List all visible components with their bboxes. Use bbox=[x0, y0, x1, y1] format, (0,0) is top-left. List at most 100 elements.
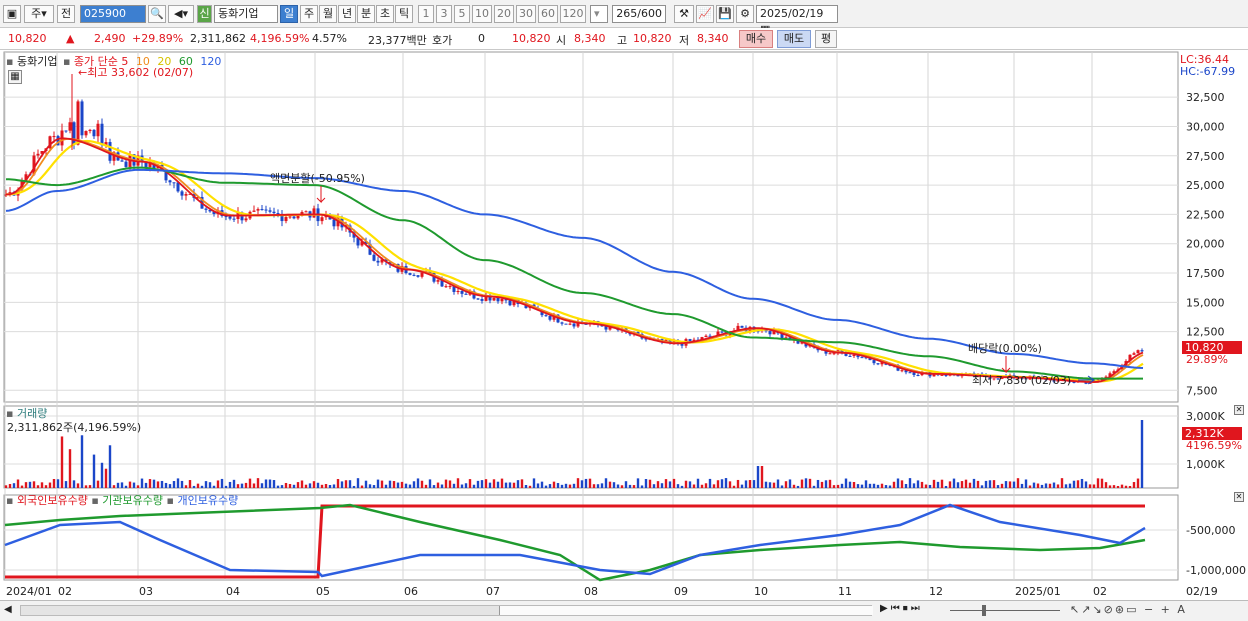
period-day-button[interactable]: 일 bbox=[280, 5, 298, 23]
zoom-slider[interactable] bbox=[950, 610, 1060, 611]
hoga-value: 0 bbox=[478, 32, 485, 45]
institution-holding-legend[interactable]: 기관보유수량 bbox=[102, 494, 163, 507]
prev-button[interactable]: 전 bbox=[57, 5, 75, 23]
interval-1-button[interactable]: 1 bbox=[418, 5, 434, 23]
period-month-button[interactable]: 월 bbox=[319, 5, 337, 23]
stock-code-input[interactable]: 025900 bbox=[80, 5, 146, 23]
volume-bar bbox=[576, 478, 580, 488]
ma-120-legend[interactable]: 120 bbox=[200, 55, 221, 68]
candle-body bbox=[76, 101, 80, 145]
volume-bar bbox=[1068, 483, 1072, 488]
scroll-thumb[interactable] bbox=[499, 606, 873, 615]
scroll-track[interactable] bbox=[20, 605, 873, 616]
close-icon[interactable]: ✕ bbox=[1234, 405, 1244, 415]
chart-area[interactable]: 2024/01 02 03 04 05 06 07 08 09 10 11 12 2025/01 02 02… bbox=[0, 50, 1248, 600]
period-second-button[interactable]: 초 bbox=[376, 5, 394, 23]
period-minute-button[interactable]: 분 bbox=[357, 5, 375, 23]
ma-60-legend[interactable]: 60 bbox=[179, 55, 193, 68]
close-icon[interactable]: ✕ bbox=[1234, 492, 1244, 502]
volume-bar bbox=[336, 479, 340, 488]
volume-bar bbox=[808, 478, 812, 488]
period-type-select[interactable]: 주▾ bbox=[24, 5, 54, 23]
volume-bar bbox=[764, 481, 768, 488]
volume-bar bbox=[844, 478, 848, 488]
volume-bar bbox=[280, 485, 284, 488]
volume-bar bbox=[1104, 482, 1108, 488]
volume-bar bbox=[436, 482, 440, 488]
volume-bar bbox=[176, 478, 180, 488]
candle-body bbox=[872, 360, 876, 364]
price-tick-label: 20,000 bbox=[1186, 238, 1225, 251]
shin-badge[interactable]: 신 bbox=[197, 5, 212, 23]
scroll-left-icon[interactable]: ◀ bbox=[4, 604, 12, 615]
data-count-field[interactable]: 265/600 bbox=[612, 5, 666, 23]
volume-bar bbox=[1012, 481, 1016, 488]
candle-body bbox=[412, 274, 416, 276]
chart-type-icon[interactable]: 📈 bbox=[696, 5, 714, 23]
volume-bar bbox=[368, 484, 372, 488]
candle-body bbox=[96, 123, 100, 137]
volume-bar bbox=[932, 479, 936, 488]
panel-bullet-icon: ▪ bbox=[62, 55, 71, 68]
interval-3-button[interactable]: 3 bbox=[436, 5, 452, 23]
period-week-button[interactable]: 주 bbox=[300, 5, 318, 23]
window-menu-icon[interactable]: ▣ bbox=[3, 5, 21, 23]
period-tick-button[interactable]: 틱 bbox=[395, 5, 413, 23]
candle-body bbox=[768, 331, 772, 335]
chart-tools-icon[interactable]: ⚒ bbox=[674, 5, 694, 23]
volume-bar bbox=[780, 485, 784, 488]
zoom-slider-handle[interactable] bbox=[982, 605, 986, 616]
dividend-annotation: 배당락(0.00%) bbox=[968, 342, 1042, 355]
candle-body bbox=[1136, 350, 1140, 354]
buy-button[interactable]: 매수 bbox=[739, 30, 773, 48]
interval-10-button[interactable]: 10 bbox=[472, 5, 492, 23]
volume-bar bbox=[544, 485, 548, 488]
playback-controls[interactable]: ▶⏮⏹⏭ bbox=[880, 603, 923, 614]
eval-button[interactable]: 평 bbox=[815, 30, 837, 48]
candle-body bbox=[68, 122, 72, 131]
x-axis-label: 10 bbox=[754, 585, 768, 598]
stock-name-field[interactable]: 동화기업 bbox=[214, 5, 278, 23]
volume-bar bbox=[384, 484, 388, 488]
volume-bar bbox=[608, 481, 612, 488]
interval-dropdown-icon[interactable]: ▾ bbox=[590, 5, 608, 23]
table-toggle-icon[interactable]: ▦ bbox=[8, 70, 22, 84]
volume-bar bbox=[972, 478, 976, 488]
individual-holding-legend[interactable]: 개인보유수량 bbox=[177, 494, 238, 507]
interval-5-button[interactable]: 5 bbox=[454, 5, 470, 23]
volume-bar bbox=[568, 484, 572, 488]
gear-icon[interactable]: ⚙ bbox=[736, 5, 754, 23]
volume-bar bbox=[812, 485, 816, 488]
date-field[interactable]: 2025/02/19 ▦ bbox=[756, 5, 838, 36]
volume-bar bbox=[1036, 483, 1040, 488]
current-volume-pct: 4196.59% bbox=[1186, 439, 1242, 452]
ma-10-legend[interactable]: 10 bbox=[136, 55, 150, 68]
drawing-tools[interactable]: ↖↗↘⊘⊛▭ − + A bbox=[1070, 603, 1187, 616]
ma-20-legend[interactable]: 20 bbox=[157, 55, 171, 68]
interval-20-button[interactable]: 20 bbox=[494, 5, 514, 23]
interval-120-button[interactable]: 120 bbox=[560, 5, 586, 23]
ma-legend-label[interactable]: 종가 단순 bbox=[74, 55, 118, 68]
ma-5-legend[interactable]: 5 bbox=[121, 55, 128, 68]
volume-bar bbox=[152, 479, 156, 488]
volume-bar bbox=[1120, 484, 1124, 488]
price-tick-label: 30,000 bbox=[1186, 120, 1225, 133]
save-icon[interactable]: 💾 bbox=[716, 5, 734, 23]
speaker-icon[interactable]: ◀▾ bbox=[168, 5, 194, 23]
search-icon[interactable]: 🔍 bbox=[148, 5, 166, 23]
volume-bar bbox=[840, 483, 844, 488]
volume-bar bbox=[220, 478, 224, 488]
volume-bar bbox=[28, 481, 32, 488]
volume-bar bbox=[500, 478, 504, 488]
volume-bar bbox=[208, 482, 212, 488]
candle-body bbox=[860, 357, 864, 359]
period-year-button[interactable]: 년 bbox=[338, 5, 356, 23]
interval-60-button[interactable]: 60 bbox=[538, 5, 558, 23]
x-axis-label: 2024/01 bbox=[6, 585, 52, 598]
volume-bar bbox=[988, 480, 992, 488]
sell-button[interactable]: 매도 bbox=[777, 30, 811, 48]
foreign-holding-legend[interactable]: 외국인보유수량 bbox=[17, 494, 88, 507]
volume-bar bbox=[652, 484, 656, 488]
price-panel-title[interactable]: 동화기업 bbox=[17, 55, 57, 68]
interval-30-button[interactable]: 30 bbox=[516, 5, 536, 23]
